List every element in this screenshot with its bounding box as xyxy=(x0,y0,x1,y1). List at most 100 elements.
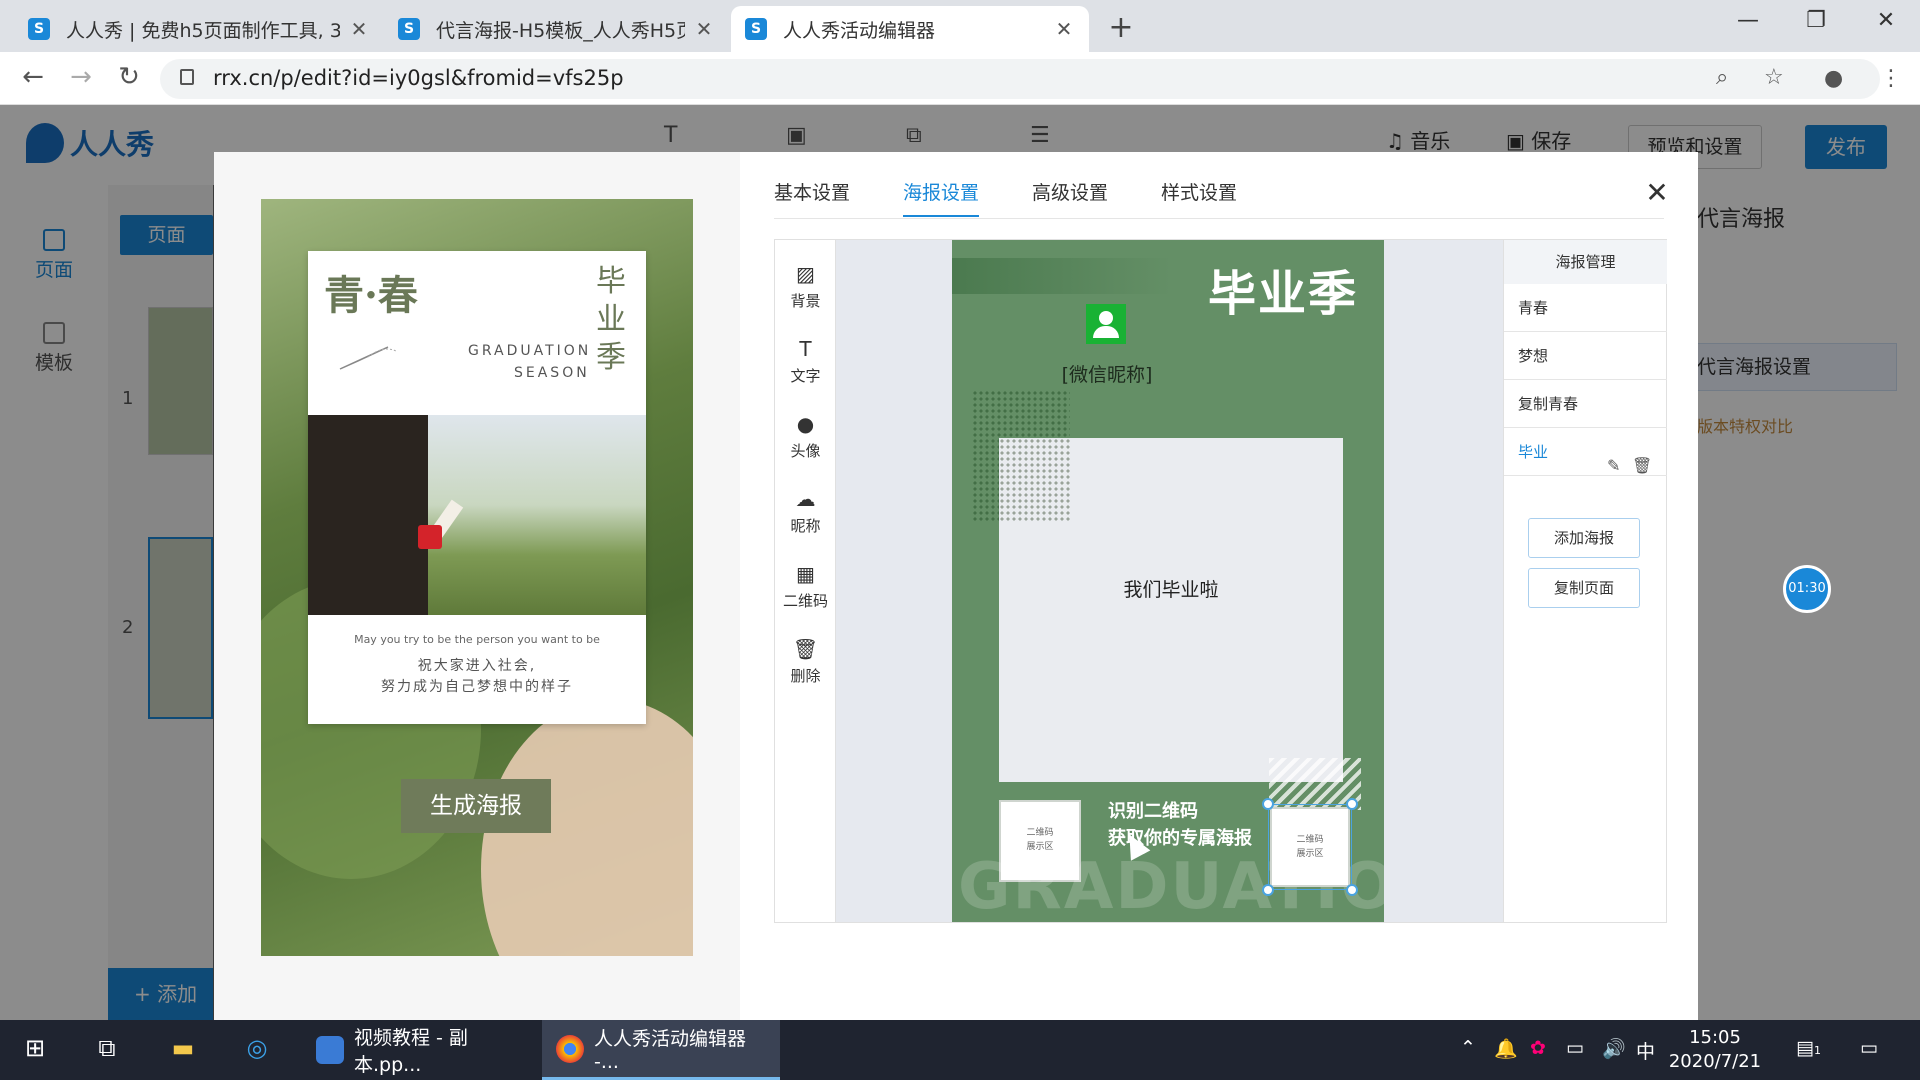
windows-start-icon[interactable]: ⊞ xyxy=(20,1034,50,1064)
back-icon[interactable]: ← xyxy=(16,62,50,92)
browser-tab-3[interactable]: S 人人秀活动编辑器 ✕ xyxy=(731,6,1089,52)
poster-caption[interactable]: 我们毕业啦 xyxy=(999,575,1343,602)
poster-title[interactable]: 毕业季 xyxy=(1208,254,1358,324)
action-center-icon[interactable]: ▤1 xyxy=(1796,1037,1821,1059)
resize-handle[interactable] xyxy=(1346,798,1358,810)
volume-icon[interactable]: 🔊 xyxy=(1602,1037,1626,1060)
card-line2: 努力成为自己梦想中的样子 xyxy=(381,679,573,695)
qrcode-icon: ▦ xyxy=(796,562,815,586)
poster-item-4[interactable]: 毕业 ✎ 🗑 xyxy=(1504,428,1667,476)
poster-item-1[interactable]: 青春 xyxy=(1504,284,1667,332)
resize-handle[interactable] xyxy=(1262,884,1274,896)
task-view-icon[interactable]: ⧉ xyxy=(92,1034,122,1064)
gown-shape xyxy=(308,415,428,615)
renrenxiu-favicon-icon: S xyxy=(745,18,767,40)
editor-canvas: 毕业季 [微信昵称] 我们毕业啦 二维码 展示区 识别二维码 获取你的专属海报 G… xyxy=(836,240,1503,922)
restore-icon[interactable]: ❐ xyxy=(1796,8,1836,33)
image-icon: ▨ xyxy=(796,262,815,286)
reload-icon[interactable]: ↻ xyxy=(112,62,146,92)
tool-nickname[interactable]: ☁ 昵称 xyxy=(775,487,836,536)
clock-time: 15:05 xyxy=(1689,1027,1741,1048)
tool-qrcode[interactable]: ▦ 二维码 xyxy=(775,562,836,611)
bookmark-star-icon[interactable]: ☆ xyxy=(1764,65,1784,90)
poster-item-2[interactable]: 梦想 xyxy=(1504,332,1667,380)
poster-editor: ▨ 背景 T 文字 ● 头像 ☁ 昵称 ▦ 二维码 🗑 删除 毕业季 [微信昵称] 我们毕业… xyxy=(774,239,1667,923)
taskbar-app-label: 视频教程 - 副本.pp... xyxy=(354,1027,468,1076)
tab-advanced-settings[interactable]: 高级设置 xyxy=(1032,178,1108,205)
minimize-icon[interactable]: — xyxy=(1728,8,1768,33)
trash-icon[interactable]: 🗑 xyxy=(1632,442,1652,490)
active-tab-indicator xyxy=(903,215,979,217)
notification-bell-icon[interactable]: 🔔 xyxy=(1494,1037,1518,1060)
resize-handle[interactable] xyxy=(1262,798,1274,810)
nickname-placeholder[interactable]: [微信昵称] xyxy=(952,360,1262,387)
copy-page-button[interactable]: 复制页面 xyxy=(1528,568,1640,608)
windows-taskbar: ⊞ ⧉ ▬ ◎ 视频教程 - 副本.pp... 人人秀活动编辑器 -... ⌃ … xyxy=(0,1020,1920,1080)
tool-label: 删除 xyxy=(790,667,821,685)
tool-label: 背景 xyxy=(790,292,821,310)
scan-text-line1[interactable]: 识别二维码 xyxy=(1108,797,1198,823)
forward-icon[interactable]: → xyxy=(64,62,98,92)
close-tab-icon[interactable]: ✕ xyxy=(1053,17,1075,41)
profile-icon[interactable]: ● xyxy=(1824,66,1843,91)
message-icon[interactable]: ▭ xyxy=(1860,1037,1878,1059)
card-en-line1: GRADUATION xyxy=(468,343,592,359)
search-app-icon[interactable]: ◎ xyxy=(242,1034,272,1064)
tool-label: 二维码 xyxy=(782,592,828,610)
browser-tab-1[interactable]: S 人人秀 | 免费h5页面制作工具, 3 ✕ xyxy=(14,6,384,52)
tab-poster-settings[interactable]: 海报设置 xyxy=(903,178,979,205)
tab-basic-settings[interactable]: 基本设置 xyxy=(774,178,850,205)
browser-tab-bar: S 人人秀 | 免费h5页面制作工具, 3 ✕ S 代言海报-H5模板_人人秀H… xyxy=(0,0,1920,52)
flower-app-icon[interactable]: ✿ xyxy=(1530,1037,1546,1059)
close-window-icon[interactable]: ✕ xyxy=(1866,8,1906,33)
browser-toolbar: ← → ↻ rrx.cn/p/edit?id=iy0gsl&fromid=vfs… xyxy=(0,52,1920,105)
taskbar-app-chrome[interactable]: 人人秀活动编辑器 -... xyxy=(542,1020,780,1080)
close-tab-icon[interactable]: ✕ xyxy=(693,17,715,41)
card-vertical-title: 毕业季 xyxy=(596,264,626,375)
dot-pattern-overlay xyxy=(999,438,1070,523)
browser-tab-2[interactable]: S 代言海报-H5模板_人人秀H5页面 ✕ xyxy=(384,6,729,52)
wechat-icon: ☁ xyxy=(795,487,816,511)
avatar-placeholder[interactable] xyxy=(1086,304,1126,344)
poster-canvas[interactable]: 毕业季 [微信昵称] 我们毕业啦 二维码 展示区 识别二维码 获取你的专属海报 G… xyxy=(952,240,1384,922)
ime-indicator[interactable]: 中 xyxy=(1636,1037,1655,1064)
file-explorer-icon[interactable]: ▬ xyxy=(168,1034,198,1064)
zoom-icon[interactable]: ⌕ xyxy=(1716,65,1728,90)
generate-poster-button[interactable]: 生成海报 xyxy=(401,779,551,833)
lock-icon xyxy=(180,69,194,85)
tray-expand-icon[interactable]: ⌃ xyxy=(1460,1037,1476,1059)
edit-icon[interactable]: ✎ xyxy=(1607,442,1620,490)
text-icon: T xyxy=(799,337,812,361)
battery-icon[interactable]: ▭ xyxy=(1566,1037,1584,1059)
preview-card: 青·春 毕业季 GRADUATION SEASON May you try to… xyxy=(308,251,646,724)
close-tab-icon[interactable]: ✕ xyxy=(348,17,370,41)
tool-text[interactable]: T 文字 xyxy=(775,337,836,386)
card-title: 青·春 xyxy=(324,272,418,319)
tool-avatar[interactable]: ● 头像 xyxy=(775,412,836,461)
taskbar-app-label: 人人秀活动编辑器 -... xyxy=(594,1028,747,1073)
system-clock[interactable]: 15:05 2020/7/21 xyxy=(1660,1026,1770,1074)
poster-item-3[interactable]: 复制青春 xyxy=(1504,380,1667,428)
close-icon[interactable]: ✕ xyxy=(1642,176,1672,209)
trash-icon: 🗑 xyxy=(792,637,819,661)
menu-dots-icon[interactable]: ⋮ xyxy=(1880,66,1902,91)
new-tab-icon[interactable]: + xyxy=(1105,10,1137,45)
renrenxiu-favicon-icon: S xyxy=(28,18,50,40)
tab-style-settings[interactable]: 样式设置 xyxy=(1161,178,1237,205)
chrome-app-icon xyxy=(556,1034,584,1063)
tool-delete[interactable]: 🗑 删除 xyxy=(775,637,836,686)
clock-date: 2020/7/21 xyxy=(1668,1051,1762,1072)
url-text[interactable]: rrx.cn/p/edit?id=iy0gsl&fromid=vfs25p xyxy=(213,66,624,90)
taskbar-app-ppt[interactable]: 视频教程 - 副本.pp... xyxy=(302,1020,534,1080)
resize-handle[interactable] xyxy=(1346,884,1358,896)
card-en-line2: SEASON xyxy=(514,365,590,381)
poster-item-label: 毕业 xyxy=(1518,443,1549,461)
poster-preview: 青·春 毕业季 GRADUATION SEASON May you try to… xyxy=(261,199,693,956)
add-poster-button[interactable]: 添加海报 xyxy=(1528,518,1640,558)
address-bar[interactable]: rrx.cn/p/edit?id=iy0gsl&fromid=vfs25p ⌕ … xyxy=(160,59,1880,99)
tool-background[interactable]: ▨ 背景 xyxy=(775,262,836,311)
tool-label: 昵称 xyxy=(790,517,821,535)
tab-title: 代言海报-H5模板_人人秀H5页面 xyxy=(436,19,685,42)
recording-timer[interactable]: 01:30 xyxy=(1783,565,1831,613)
selection-box[interactable] xyxy=(1262,798,1358,896)
